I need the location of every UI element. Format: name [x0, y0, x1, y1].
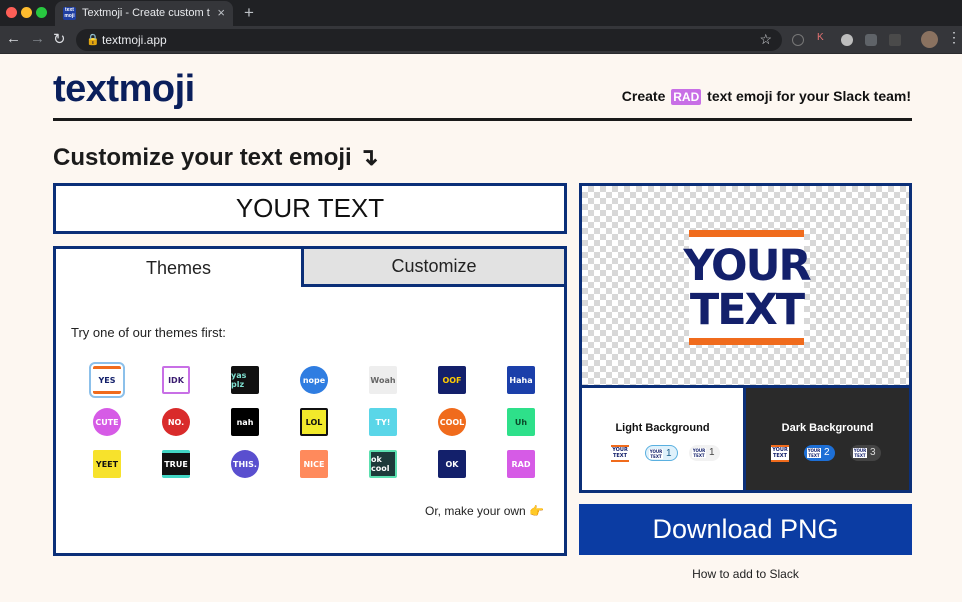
bookmark-star-icon[interactable]: ☆: [759, 31, 772, 48]
light-reaction-selected[interactable]: YOUR TEXT 1: [645, 445, 678, 461]
theme-option[interactable]: ok cool: [369, 450, 397, 478]
preview-line-2: TEXT: [689, 284, 805, 335]
theme-option[interactable]: OK: [438, 450, 466, 478]
reload-icon[interactable]: ↻: [53, 30, 66, 48]
theme-option[interactable]: Woah: [369, 366, 397, 394]
dark-reaction[interactable]: YOUR TEXT 3: [850, 445, 881, 461]
theme-option[interactable]: yas plz: [231, 366, 259, 394]
theme-option[interactable]: LOL: [300, 408, 328, 436]
extension-circle-icon[interactable]: [841, 34, 853, 46]
pill-emoji: YOUR TEXT: [853, 448, 867, 458]
theme-option[interactable]: IDK: [162, 366, 190, 394]
minimize-window-button[interactable]: [21, 7, 32, 18]
theme-option[interactable]: NICE: [300, 450, 328, 478]
theme-option[interactable]: RAD: [507, 450, 535, 478]
dark-mini-emoji: YOUR TEXT: [771, 445, 789, 462]
preview-line-1: YOUR: [683, 240, 811, 291]
theme-option[interactable]: nope: [300, 366, 328, 394]
how-to-add-link[interactable]: How to add to Slack: [579, 567, 912, 581]
theme-option[interactable]: CUTE: [93, 408, 121, 436]
dark-count-2: 3: [870, 447, 876, 458]
light-background-title: Light Background: [615, 422, 710, 434]
extension-k-icon[interactable]: K: [817, 32, 829, 44]
tab-close-icon[interactable]: ×: [217, 5, 225, 20]
download-png-button[interactable]: Download PNG: [579, 504, 912, 555]
tagline-end: text emoji for your Slack team!: [707, 88, 911, 104]
favicon-icon: text moji: [63, 7, 76, 20]
themes-instructions: Try one of our themes first:: [71, 325, 226, 340]
theme-option[interactable]: nah: [231, 408, 259, 436]
browser-toolbar: ← → ↻ 🔒 textmoji.app ☆ K ⋮: [0, 26, 962, 54]
preview-emoji: YOUR TEXT: [683, 230, 812, 345]
page-title: Customize your text emoji ↴: [53, 144, 379, 171]
back-icon[interactable]: ←: [6, 30, 21, 47]
make-your-own-link[interactable]: Or, make your own 👉: [425, 504, 544, 518]
dark-background-preview: Dark Background YOUR TEXT YOUR TEXT 2 YO…: [746, 388, 909, 490]
pill-emoji: YOUR TEXT: [649, 449, 663, 459]
theme-option[interactable]: TY!: [369, 408, 397, 436]
pill-emoji: YOUR TEXT: [807, 448, 821, 458]
close-window-button[interactable]: [6, 7, 17, 18]
rad-badge: RAD: [671, 89, 702, 105]
theme-option[interactable]: COOL: [438, 408, 466, 436]
light-count-2: 1: [709, 447, 715, 458]
light-mini-emoji: YOUR TEXT: [611, 445, 629, 462]
emoji-preview: YOUR TEXT: [579, 183, 912, 387]
dark-reaction-selected[interactable]: YOUR TEXT 2: [804, 445, 835, 461]
tab-themes[interactable]: Themes: [56, 249, 301, 287]
theme-option[interactable]: Haha: [507, 366, 535, 394]
theme-option[interactable]: THIS.: [231, 450, 259, 478]
light-background-preview: Light Background YOUR TEXT YOUR TEXT 1 Y…: [582, 388, 746, 490]
profile-avatar[interactable]: [921, 31, 938, 48]
theme-option[interactable]: YES: [89, 362, 125, 398]
tab-title: Textmoji - Create custom text e: [82, 7, 210, 19]
light-reaction[interactable]: YOUR TEXT 1: [689, 445, 720, 461]
theme-option[interactable]: NO.: [162, 408, 190, 436]
emoji-text-input[interactable]: [53, 183, 567, 234]
lock-icon: 🔒: [86, 34, 100, 46]
dark-background-title: Dark Background: [781, 422, 874, 434]
light-count-1: 1: [666, 448, 672, 459]
forward-icon[interactable]: →: [30, 30, 45, 47]
menu-kebab-icon[interactable]: ⋮: [947, 29, 961, 46]
maximize-window-button[interactable]: [36, 7, 47, 18]
theme-option[interactable]: YEET: [93, 450, 121, 478]
theme-option[interactable]: TRUE: [162, 450, 190, 478]
extension-info-icon[interactable]: [792, 34, 804, 46]
browser-tab[interactable]: text moji Textmoji - Create custom text …: [55, 1, 233, 26]
address-bar[interactable]: 🔒 textmoji.app ☆: [76, 29, 782, 51]
site-logo[interactable]: textmoji: [53, 68, 195, 111]
tagline: Create RAD text emoji for your Slack tea…: [622, 88, 911, 105]
header-divider: [53, 118, 912, 121]
tab-customize[interactable]: Customize: [301, 249, 564, 287]
pill-emoji: YOUR TEXT: [692, 448, 706, 458]
new-tab-button[interactable]: +: [244, 3, 254, 23]
tagline-start: Create: [621, 88, 666, 104]
extension-grid-icon[interactable]: [889, 34, 901, 46]
theme-option[interactable]: OOF: [438, 366, 466, 394]
themes-panel: Themes Customize Try one of our themes f…: [53, 246, 567, 556]
extension-rocket-icon[interactable]: [865, 34, 877, 46]
browser-titlebar: text moji Textmoji - Create custom text …: [0, 0, 962, 26]
background-previews: Light Background YOUR TEXT YOUR TEXT 1 Y…: [579, 385, 912, 493]
url-text: textmoji.app: [102, 33, 167, 47]
theme-option[interactable]: Uh: [507, 408, 535, 436]
dark-count-1: 2: [824, 447, 830, 458]
